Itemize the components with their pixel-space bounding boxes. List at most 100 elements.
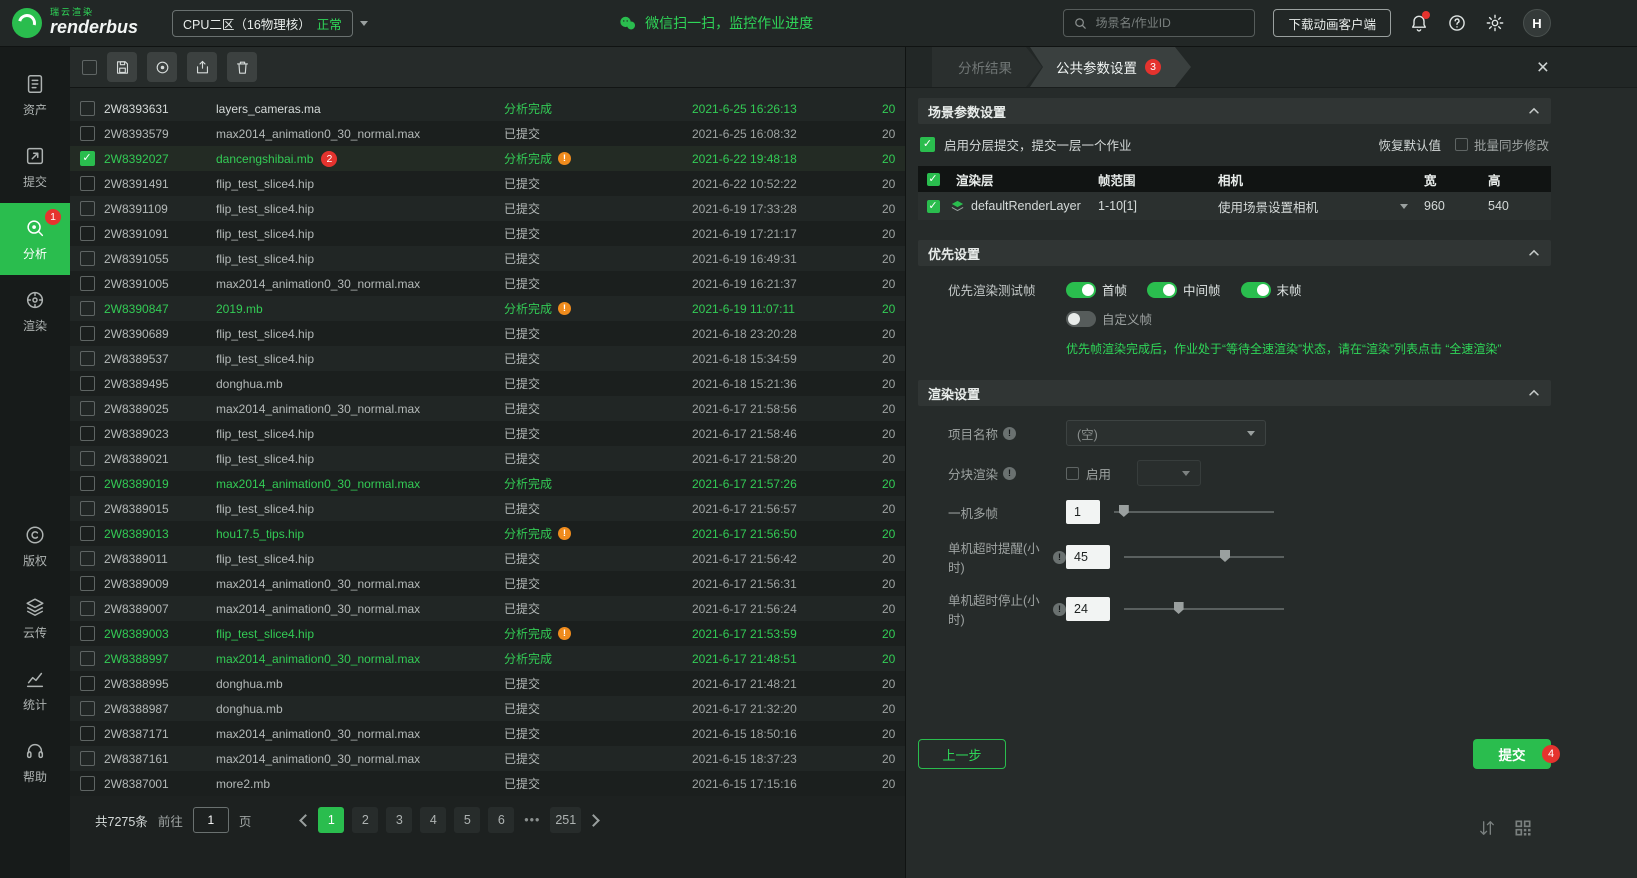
timeout-remind-slider[interactable] [1124,545,1284,569]
timeout-stop-input[interactable] [1066,597,1110,621]
timeout-remind-input[interactable] [1066,545,1110,569]
row-checkbox[interactable] [80,551,95,566]
table-row[interactable]: 2W8391091 flip_test_slice4.hip 已提交 ! 202… [70,221,905,246]
renderbus-logo[interactable]: 瑞云渲染 renderbus [12,8,162,38]
batch-sync-option[interactable]: 批量同步修改 [1455,135,1549,154]
export-button[interactable] [187,52,217,82]
table-row[interactable]: 2W8393631 layers_cameras.ma 分析完成 ! 2021-… [70,96,905,121]
table-row[interactable]: 2W8389019 max2014_animation0_30_normal.m… [70,471,905,496]
download-client-button[interactable]: 下载动画客户端 [1273,9,1391,37]
chevron-up-icon[interactable] [1527,386,1541,400]
restore-default-link[interactable]: 恢复默认值 [1378,135,1441,154]
row-checkbox[interactable] [80,401,95,416]
section-priority[interactable]: 优先设置 [918,240,1551,266]
row-checkbox[interactable] [80,276,95,291]
table-row[interactable]: 2W8387161 max2014_animation0_30_normal.m… [70,746,905,771]
row-checkbox[interactable] [80,776,95,791]
help-button[interactable] [1447,13,1467,33]
row-checkbox[interactable] [80,651,95,666]
submit-button[interactable]: 提交 4 [1473,739,1551,769]
table-row[interactable]: 2W8391491 flip_test_slice4.hip 已提交 ! 202… [70,171,905,196]
table-row[interactable]: 2W8389011 flip_test_slice4.hip 已提交 ! 202… [70,546,905,571]
sidebar-item-cloud-transfer[interactable]: 云传 [0,582,70,654]
row-checkbox[interactable] [80,451,95,466]
table-row[interactable]: 2W8388997 max2014_animation0_30_normal.m… [70,646,905,671]
next-page-icon[interactable] [587,814,600,827]
row-checkbox[interactable] [80,226,95,241]
row-checkbox[interactable] [80,601,95,616]
multiframe-slider[interactable] [1114,500,1274,524]
frame-toggle[interactable] [1241,282,1271,298]
table-row[interactable]: 2W8392027 dancengshibai.mb 2 分析完成 ! 2021… [70,146,905,171]
row-checkbox[interactable] [80,101,95,116]
reanalyze-button[interactable] [147,52,177,82]
page-button[interactable]: 3 [386,807,412,833]
sort-transfer-button[interactable] [1477,818,1497,838]
sidebar-item-help[interactable]: 帮助 [0,726,70,798]
row-checkbox[interactable] [80,426,95,441]
section-render-settings[interactable]: 渲染设置 [918,380,1551,406]
page-button[interactable]: 4 [420,807,446,833]
row-checkbox[interactable] [80,751,95,766]
slider-thumb[interactable] [1174,602,1184,614]
table-row[interactable]: 2W8389495 donghua.mb 已提交 ! 2021-6-18 15:… [70,371,905,396]
slider-thumb[interactable] [1220,550,1230,562]
row-checkbox[interactable] [80,376,95,391]
slider-thumb[interactable] [1119,505,1129,517]
layer-row-checkbox[interactable] [927,200,940,213]
sidebar-item-copyright[interactable]: 版权 [0,510,70,582]
save-button[interactable] [107,52,137,82]
delete-button[interactable] [227,52,257,82]
camera-select[interactable]: 使用场景设置相机 [1218,197,1424,216]
table-row[interactable]: 2W8388995 donghua.mb 已提交 ! 2021-6-17 21:… [70,671,905,696]
page-button[interactable]: 5 [454,807,480,833]
close-panel-button[interactable]: × [1537,47,1549,88]
search-input[interactable] [1095,16,1245,30]
table-row[interactable]: 2W8389025 max2014_animation0_30_normal.m… [70,396,905,421]
row-checkbox[interactable] [80,201,95,216]
row-checkbox[interactable] [80,251,95,266]
layer-select-all-checkbox[interactable] [927,173,940,186]
chevron-up-icon[interactable] [1527,246,1541,260]
row-checkbox[interactable] [80,701,95,716]
row-checkbox[interactable] [80,726,95,741]
row-checkbox[interactable] [80,126,95,141]
tab-common-params[interactable]: 公共参数设置 3 [1030,47,1191,87]
sidebar-item-statistics[interactable]: 统计 [0,654,70,726]
row-checkbox[interactable] [80,351,95,366]
prev-page-icon[interactable] [299,814,312,827]
block-count-select[interactable] [1137,460,1201,486]
multiframe-input[interactable] [1066,500,1100,524]
table-row[interactable]: 2W8391005 max2014_animation0_30_normal.m… [70,271,905,296]
row-checkbox[interactable] [80,526,95,541]
table-row[interactable]: 2W8390847 2019.mb 分析完成 ! 2021-6-19 11:07… [70,296,905,321]
chevron-up-icon[interactable] [1527,104,1541,118]
page-button[interactable]: 251 [550,807,581,833]
page-button[interactable]: 6 [488,807,514,833]
table-row[interactable]: 2W8391055 flip_test_slice4.hip 已提交 ! 202… [70,246,905,271]
timeout-stop-slider[interactable] [1124,597,1284,621]
qr-code-button[interactable] [1513,818,1533,838]
table-row[interactable]: 2W8387001 more2.mb 已提交 ! 2021-6-15 17:15… [70,771,905,796]
wechat-banner[interactable]: 微信扫一扫，监控作业进度 [618,13,813,33]
table-row[interactable]: 2W8387171 max2014_animation0_30_normal.m… [70,721,905,746]
table-row[interactable]: 2W8389023 flip_test_slice4.hip 已提交 ! 202… [70,421,905,446]
frame-toggle[interactable] [1147,282,1177,298]
row-checkbox[interactable] [80,501,95,516]
previous-step-button[interactable]: 上一步 [918,739,1006,769]
table-row[interactable]: 2W8388987 donghua.mb 已提交 ! 2021-6-17 21:… [70,696,905,721]
row-checkbox[interactable] [80,176,95,191]
layered-submit-checkbox[interactable] [920,137,935,152]
sidebar-item-assets[interactable]: 资产 [0,59,70,131]
table-row[interactable]: 2W8389013 hou17.5_tips.hip 分析完成 ! 2021-6… [70,521,905,546]
table-row[interactable]: 2W8389003 flip_test_slice4.hip 分析完成 ! 20… [70,621,905,646]
page-ellipsis[interactable]: ••• [522,813,542,827]
row-checkbox[interactable] [80,576,95,591]
row-checkbox[interactable] [80,626,95,641]
custom-frames-toggle[interactable] [1066,311,1096,327]
sidebar-item-render[interactable]: 渲染 [0,275,70,347]
table-row[interactable]: 2W8390689 flip_test_slice4.hip 已提交 ! 202… [70,321,905,346]
zone-selector[interactable]: CPU二区（16物理核） 正常 [172,10,368,37]
table-row[interactable]: 2W8389009 max2014_animation0_30_normal.m… [70,571,905,596]
sidebar-item-analysis[interactable]: 1 分析 [0,203,70,275]
